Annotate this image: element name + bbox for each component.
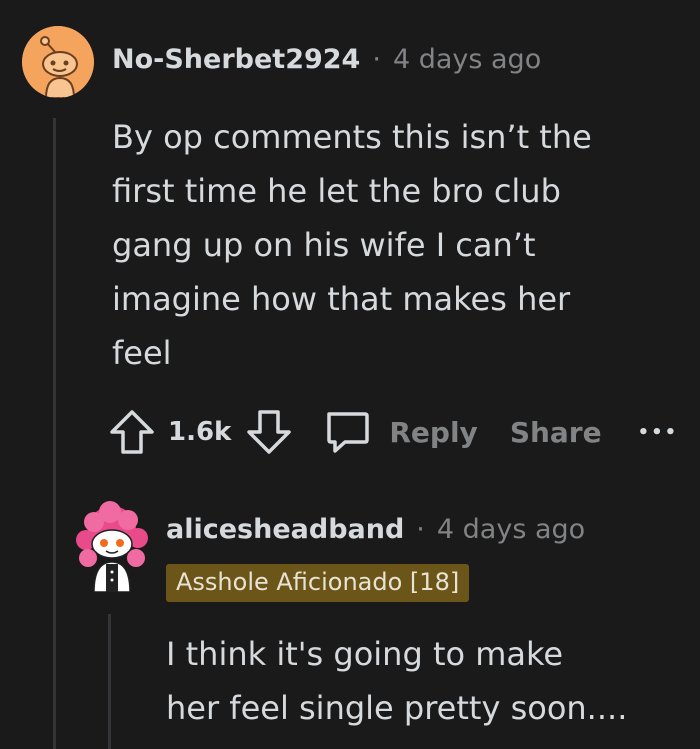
- meta-separator: ·: [416, 514, 425, 545]
- reply-button[interactable]: Reply: [323, 408, 478, 456]
- snoo-avatar-icon: [22, 26, 94, 98]
- more-options-button[interactable]: •••: [638, 422, 679, 443]
- thread-line[interactable]: [53, 118, 56, 749]
- meta-separator: ·: [372, 44, 381, 75]
- downvote-icon: [247, 410, 292, 454]
- user-avatar[interactable]: [22, 26, 94, 98]
- share-button[interactable]: Share: [510, 416, 602, 449]
- comment-meta: alicesheadband · 4 days ago: [166, 514, 585, 545]
- user-avatar[interactable]: [72, 500, 152, 592]
- downvote-button[interactable]: [245, 408, 293, 456]
- more-icon: •••: [637, 421, 679, 443]
- upvote-button[interactable]: [108, 408, 156, 456]
- comment-body: I think it's going to make her feel sing…: [166, 635, 628, 727]
- comment-body: By op comments this isn’t the first time…: [112, 118, 592, 372]
- reply-label: Reply: [389, 415, 478, 449]
- comment-actions: 1.6k Reply Share •••: [108, 406, 678, 458]
- username[interactable]: alicesheadband: [166, 514, 404, 545]
- comment-meta: No-Sherbet2924 · 4 days ago: [112, 44, 541, 75]
- comment-bubble-icon: [327, 412, 370, 453]
- timestamp[interactable]: 4 days ago: [393, 44, 541, 75]
- snoo-avatar-icon: [76, 501, 148, 592]
- user-flair: Asshole Aficionado [18]: [166, 564, 470, 602]
- share-label: Share: [509, 415, 602, 449]
- vote-score: 1.6k: [168, 417, 232, 447]
- upvote-icon: [110, 410, 154, 454]
- thread-line-child[interactable]: [108, 614, 111, 749]
- timestamp[interactable]: 4 days ago: [437, 514, 585, 545]
- username[interactable]: No-Sherbet2924: [112, 44, 360, 75]
